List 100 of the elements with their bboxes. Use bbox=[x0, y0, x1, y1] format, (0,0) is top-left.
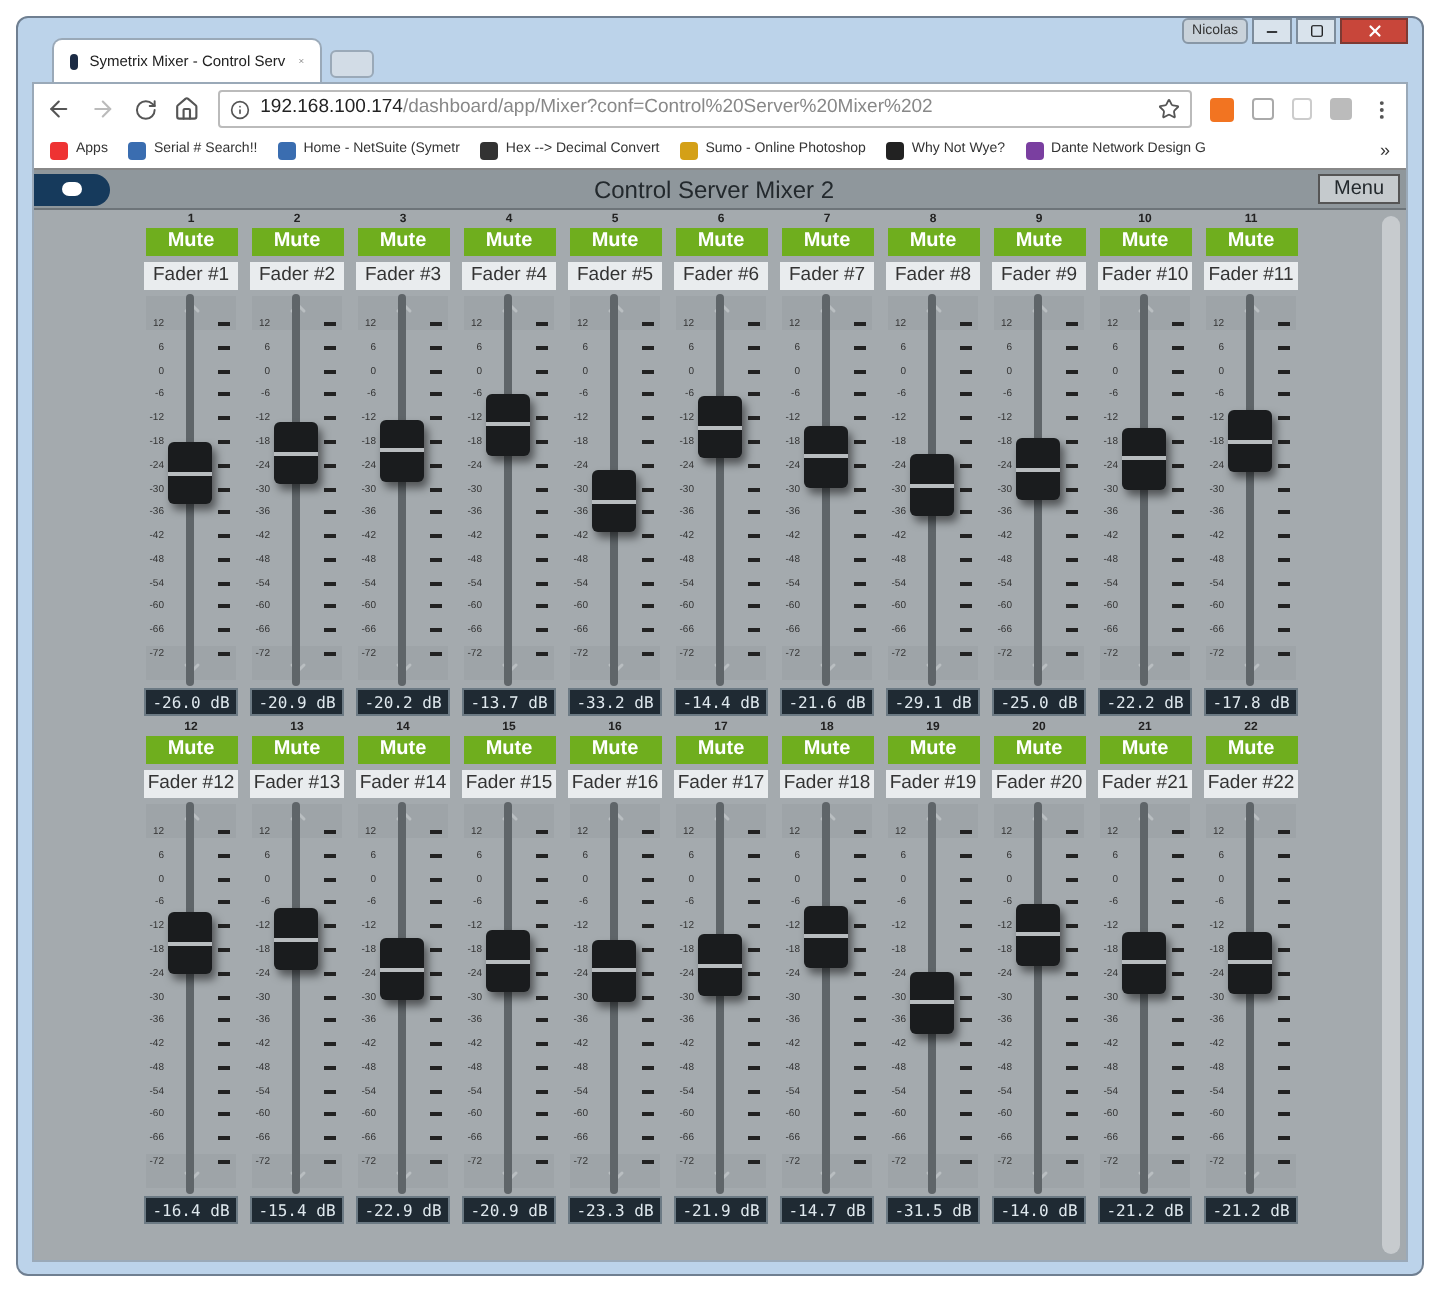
fader-knob[interactable] bbox=[698, 934, 742, 997]
fader-down-area[interactable] bbox=[358, 646, 448, 680]
fader-up-area[interactable] bbox=[570, 296, 660, 330]
fader-knob[interactable] bbox=[804, 905, 848, 968]
fader-up-area[interactable] bbox=[994, 804, 1084, 838]
fader-down-area[interactable] bbox=[1206, 646, 1296, 680]
fader-knob[interactable] bbox=[592, 470, 636, 533]
mute-button[interactable]: Mute bbox=[1205, 228, 1297, 256]
mute-button[interactable]: Mute bbox=[675, 736, 767, 764]
fader-up-area[interactable] bbox=[888, 804, 978, 838]
home-icon[interactable] bbox=[174, 96, 201, 122]
mute-button[interactable]: Mute bbox=[463, 736, 555, 764]
fader-knob[interactable] bbox=[380, 419, 424, 482]
forward-icon[interactable] bbox=[89, 96, 116, 122]
mute-button[interactable]: Mute bbox=[993, 736, 1085, 764]
fader-up-area[interactable] bbox=[1206, 296, 1296, 330]
fader-down-area[interactable] bbox=[570, 646, 660, 680]
reload-icon[interactable] bbox=[133, 97, 157, 121]
mute-button[interactable]: Mute bbox=[1205, 736, 1297, 764]
fader-down-area[interactable] bbox=[146, 646, 236, 680]
mute-button[interactable]: Mute bbox=[1099, 228, 1191, 256]
fader-knob[interactable] bbox=[910, 971, 954, 1034]
mute-button[interactable]: Mute bbox=[993, 228, 1085, 256]
fader-up-area[interactable] bbox=[358, 296, 448, 330]
fader-up-area[interactable] bbox=[146, 804, 236, 838]
mute-button[interactable]: Mute bbox=[251, 228, 343, 256]
fader-knob[interactable] bbox=[486, 930, 530, 993]
new-tab-button[interactable] bbox=[330, 50, 374, 78]
fader-up-area[interactable] bbox=[1206, 804, 1296, 838]
fader-down-area[interactable] bbox=[1100, 646, 1190, 680]
fader-knob[interactable] bbox=[486, 393, 530, 456]
mute-button[interactable]: Mute bbox=[463, 228, 555, 256]
fader-down-area[interactable] bbox=[464, 1154, 554, 1188]
maximize-button[interactable] bbox=[1296, 18, 1336, 44]
fader-up-area[interactable] bbox=[676, 296, 766, 330]
fader-knob[interactable] bbox=[1016, 903, 1060, 966]
fader-knob[interactable] bbox=[698, 396, 742, 459]
mute-button[interactable]: Mute bbox=[357, 228, 449, 256]
fader-down-area[interactable] bbox=[676, 1154, 766, 1188]
fader-down-area[interactable] bbox=[782, 646, 872, 680]
mute-button[interactable]: Mute bbox=[675, 228, 767, 256]
fader-knob[interactable] bbox=[1228, 410, 1272, 473]
mute-button[interactable]: Mute bbox=[357, 736, 449, 764]
close-button[interactable] bbox=[1340, 18, 1408, 44]
more-bookmarks[interactable]: » bbox=[1379, 137, 1390, 165]
fader-knob[interactable] bbox=[592, 939, 636, 1002]
star-icon[interactable] bbox=[1157, 98, 1180, 120]
mute-button[interactable]: Mute bbox=[569, 228, 661, 256]
menu-button[interactable]: Menu bbox=[1317, 174, 1400, 204]
fader-down-area[interactable] bbox=[994, 1154, 1084, 1188]
fader-up-area[interactable] bbox=[464, 296, 554, 330]
fader-up-area[interactable] bbox=[888, 296, 978, 330]
fader-down-area[interactable] bbox=[994, 646, 1084, 680]
fader-down-area[interactable] bbox=[676, 646, 766, 680]
fader-up-area[interactable] bbox=[570, 804, 660, 838]
fader-knob[interactable] bbox=[168, 442, 212, 505]
fader-knob[interactable] bbox=[1016, 438, 1060, 501]
mute-button[interactable]: Mute bbox=[781, 736, 873, 764]
fader-knob[interactable] bbox=[274, 908, 318, 971]
fader-down-area[interactable] bbox=[464, 646, 554, 680]
mute-button[interactable]: Mute bbox=[145, 228, 237, 256]
mute-button[interactable]: Mute bbox=[887, 228, 979, 256]
fader-down-area[interactable] bbox=[782, 1154, 872, 1188]
fader-down-area[interactable] bbox=[1100, 1154, 1190, 1188]
scrollbar[interactable] bbox=[1382, 216, 1400, 1254]
mute-button[interactable]: Mute bbox=[569, 736, 661, 764]
fader-down-area[interactable] bbox=[252, 1154, 342, 1188]
fader-down-area[interactable] bbox=[888, 1154, 978, 1188]
fader-up-area[interactable] bbox=[252, 296, 342, 330]
fader-down-area[interactable] bbox=[570, 1154, 660, 1188]
extension-icon[interactable] bbox=[1291, 98, 1313, 120]
fader-knob[interactable] bbox=[1122, 427, 1166, 490]
back-icon[interactable] bbox=[46, 96, 72, 122]
fader-up-area[interactable] bbox=[676, 804, 766, 838]
mute-button[interactable]: Mute bbox=[145, 736, 237, 764]
fader-up-area[interactable] bbox=[994, 296, 1084, 330]
fader-knob[interactable] bbox=[1228, 931, 1272, 994]
fader-up-area[interactable] bbox=[146, 296, 236, 330]
fader-down-area[interactable] bbox=[146, 1154, 236, 1188]
fader-knob[interactable] bbox=[380, 938, 424, 1001]
mute-button[interactable]: Mute bbox=[1099, 736, 1191, 764]
fader-knob[interactable] bbox=[1122, 931, 1166, 994]
fader-knob[interactable] bbox=[168, 912, 212, 975]
extension-icon[interactable] bbox=[1330, 98, 1353, 120]
fader-knob[interactable] bbox=[804, 425, 848, 487]
fader-up-area[interactable] bbox=[252, 804, 342, 838]
fader-up-area[interactable] bbox=[464, 804, 554, 838]
address-bar[interactable]: 192.168.100.174/dashboard/app/Mixer?conf=Control%20Server%20Mixer%202 bbox=[218, 90, 1192, 128]
fader-down-area[interactable] bbox=[1206, 1154, 1296, 1188]
fader-knob[interactable] bbox=[274, 422, 318, 485]
fader-up-area[interactable] bbox=[358, 804, 448, 838]
fader-knob[interactable] bbox=[910, 454, 954, 517]
extension-icon[interactable] bbox=[1209, 97, 1234, 121]
mute-button[interactable]: Mute bbox=[251, 736, 343, 764]
fader-down-area[interactable] bbox=[252, 646, 342, 680]
fader-up-area[interactable] bbox=[1100, 804, 1190, 838]
fader-down-area[interactable] bbox=[888, 646, 978, 680]
extension-icon[interactable] bbox=[1251, 98, 1274, 120]
fader-up-area[interactable] bbox=[1100, 296, 1190, 330]
fader-up-area[interactable] bbox=[782, 804, 872, 838]
